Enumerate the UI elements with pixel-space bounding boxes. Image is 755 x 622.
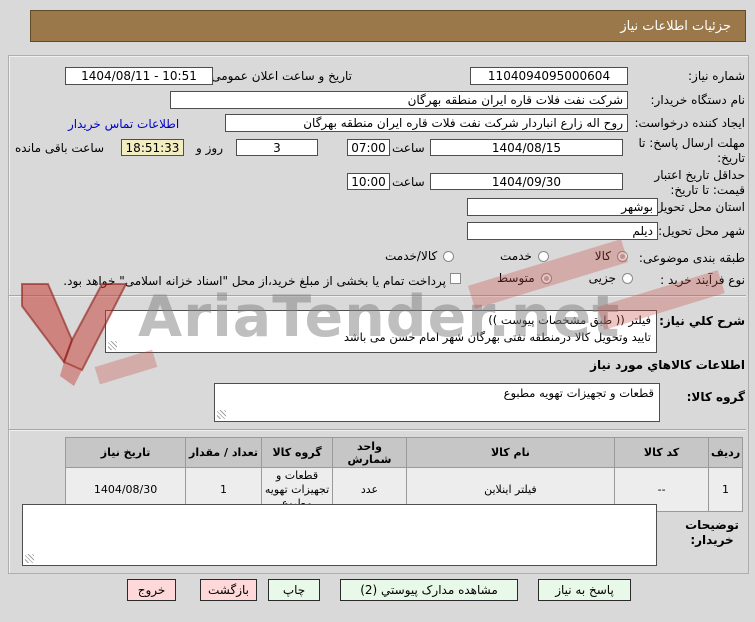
need-number-field[interactable]: 1104094095000604	[470, 67, 628, 85]
goods-table: ردیف کد کالا نام کالا واحد شمارش گروه کا…	[64, 437, 743, 513]
radio-minor-icon[interactable]	[622, 272, 633, 284]
buyer-org-field[interactable]: شرکت نفت فلات قاره ایران منطقه بهرگان	[170, 91, 628, 109]
description-line1: فیلتر (( طبق مشخصات پیوست ))	[488, 313, 651, 327]
classification-option-goods[interactable]: کالا	[595, 249, 628, 263]
col-header-quantity: تعداد / مقدار	[185, 437, 262, 468]
validity-label: حداقل تاریخ اعتبار قیمت: تا تاریخ:	[654, 168, 745, 197]
validity-date-field[interactable]: 1404/09/30	[430, 173, 623, 190]
remaining-days-value: 3	[273, 140, 281, 155]
buyer-notes-label: توضیحات خریدار:	[685, 518, 739, 547]
radio-service-icon[interactable]	[537, 250, 549, 262]
classification-option-label: خدمت	[500, 249, 532, 263]
remaining-days-field: 3	[236, 139, 318, 156]
page-title: جزئیات اطلاعات نیاز	[620, 18, 731, 34]
buyer-org-value: شرکت نفت فلات قاره ایران منطقه بهرگان	[407, 93, 623, 107]
goods-group-textarea[interactable]: قطعات و تجهیزات تهویه مطبوع	[214, 383, 660, 422]
goods-table-header-row: ردیف کد کالا نام کالا واحد شمارش گروه کا…	[64, 437, 743, 468]
treasury-checkbox[interactable]	[450, 273, 461, 284]
process-type-label: نوع فرآیند خرید :	[660, 273, 745, 287]
creator-label: ایجاد کننده درخواست:	[634, 116, 745, 130]
process-option-label: متوسط	[497, 271, 535, 285]
validity-time-value: 10:00	[351, 174, 386, 189]
need-details-page: جزئیات اطلاعات نیاز شماره نیاز: 11040940…	[0, 0, 755, 622]
validity-time-field[interactable]: 10:00	[347, 173, 390, 190]
separator	[9, 429, 746, 431]
cell-row-number: 1	[708, 466, 743, 513]
announce-datetime-value: 1404/08/11 - 10:51	[81, 69, 197, 83]
creator-field[interactable]: روح اله زارع انباردار شرکت نفت فلات قاره…	[225, 114, 628, 132]
back-button[interactable]: بازگشت	[200, 579, 257, 601]
province-field[interactable]: بوشهر	[467, 198, 658, 216]
classification-option-service[interactable]: خدمت	[500, 249, 549, 263]
province-value: بوشهر	[621, 200, 653, 214]
goods-group-label: گروه کالا:	[686, 390, 745, 404]
deadline-label: مهلت ارسال پاسخ: تا تاریخ:	[638, 136, 745, 165]
remaining-time-field: 18:51:33	[121, 139, 184, 156]
deadline-hour-label: ساعت	[392, 141, 425, 155]
respond-button[interactable]: پاسخ به نیاز	[538, 579, 631, 601]
col-header-group: گروه کالا	[260, 437, 334, 468]
col-header-row-number: ردیف	[708, 437, 743, 468]
classification-label: طبقه بندی موضوعی:	[638, 251, 745, 265]
announce-datetime-field[interactable]: 1404/08/11 - 10:51	[65, 67, 213, 85]
resize-handle-icon[interactable]	[217, 410, 226, 419]
validity-hour-label: ساعت	[392, 175, 425, 189]
radio-goods-service-icon[interactable]	[443, 250, 455, 262]
goods-group-value: قطعات و تجهیزات تهویه مطبوع	[503, 386, 654, 400]
province-label: استان محل تحویل:	[650, 200, 745, 214]
creator-value: روح اله زارع انباردار شرکت نفت فلات قاره…	[303, 116, 623, 130]
col-header-need-date: تاریخ نیاز	[64, 437, 187, 468]
col-header-unit: واحد شمارش	[332, 437, 407, 468]
view-attachments-button[interactable]: مشاهده مدارک پیوستي (2)	[340, 579, 518, 601]
title-bar: جزئیات اطلاعات نیاز	[30, 10, 746, 42]
classification-option-label: کالا/خدمت	[385, 249, 438, 263]
resize-handle-icon[interactable]	[25, 554, 34, 563]
treasury-checkbox-label: پرداخت تمام یا بخشی از مبلغ خرید،از محل …	[63, 274, 446, 288]
buyer-contact-link[interactable]: اطلاعات تماس خریدار	[68, 117, 179, 131]
announce-datetime-label: تاریخ و ساعت اعلان عمومی:	[207, 69, 352, 83]
classification-option-goods-service[interactable]: کالا/خدمت	[385, 249, 455, 263]
buyer-org-label: نام دستگاه خریدار:	[650, 93, 746, 107]
deadline-time-value: 07:00	[351, 140, 386, 155]
remaining-days-label: روز و	[196, 141, 223, 155]
description-textarea[interactable]: فیلتر (( طبق مشخصات پیوست )) تایید وتحوی…	[105, 310, 657, 353]
city-value: دیلم	[632, 224, 653, 238]
process-option-minor[interactable]: جزیی	[589, 271, 633, 285]
process-type-options: جزیی متوسط	[497, 271, 633, 285]
goods-section-header: اطلاعات کالاهاي مورد نیاز	[590, 358, 745, 372]
resize-handle-icon[interactable]	[108, 341, 117, 350]
remaining-suffix-label: ساعت باقی مانده	[15, 141, 105, 155]
radio-goods-icon[interactable]	[617, 250, 628, 262]
validity-date-value: 1404/09/30	[491, 174, 562, 189]
exit-button[interactable]: خروج	[127, 579, 176, 601]
process-option-medium[interactable]: متوسط	[497, 271, 552, 285]
print-button[interactable]: چاپ	[268, 579, 320, 601]
remaining-time-value: 18:51:33	[125, 140, 180, 155]
col-header-item-code: کد کالا	[614, 437, 710, 468]
description-line2: تایید وتحویل کالا درمنطقه نفتی بهرگان شه…	[343, 330, 651, 345]
deadline-date-value: 1404/08/15	[491, 140, 562, 155]
classification-option-label: کالا	[594, 249, 611, 263]
need-number-value: 1104094095000604	[487, 69, 611, 83]
separator	[9, 295, 746, 297]
process-option-label: جزیی	[588, 271, 616, 285]
deadline-time-field[interactable]: 07:00	[347, 139, 390, 156]
description-label: شرح کلي نیاز:	[659, 314, 745, 328]
radio-medium-icon[interactable]	[540, 272, 552, 284]
city-field[interactable]: دیلم	[467, 222, 658, 240]
need-number-label: شماره نیاز:	[688, 69, 745, 83]
buyer-notes-textarea[interactable]	[22, 504, 657, 566]
classification-options: کالا خدمت کالا/خدمت	[385, 249, 628, 263]
col-header-item-name: نام کالا	[405, 437, 616, 468]
city-label: شهر محل تحویل:	[658, 224, 745, 238]
deadline-date-field[interactable]: 1404/08/15	[430, 139, 623, 156]
